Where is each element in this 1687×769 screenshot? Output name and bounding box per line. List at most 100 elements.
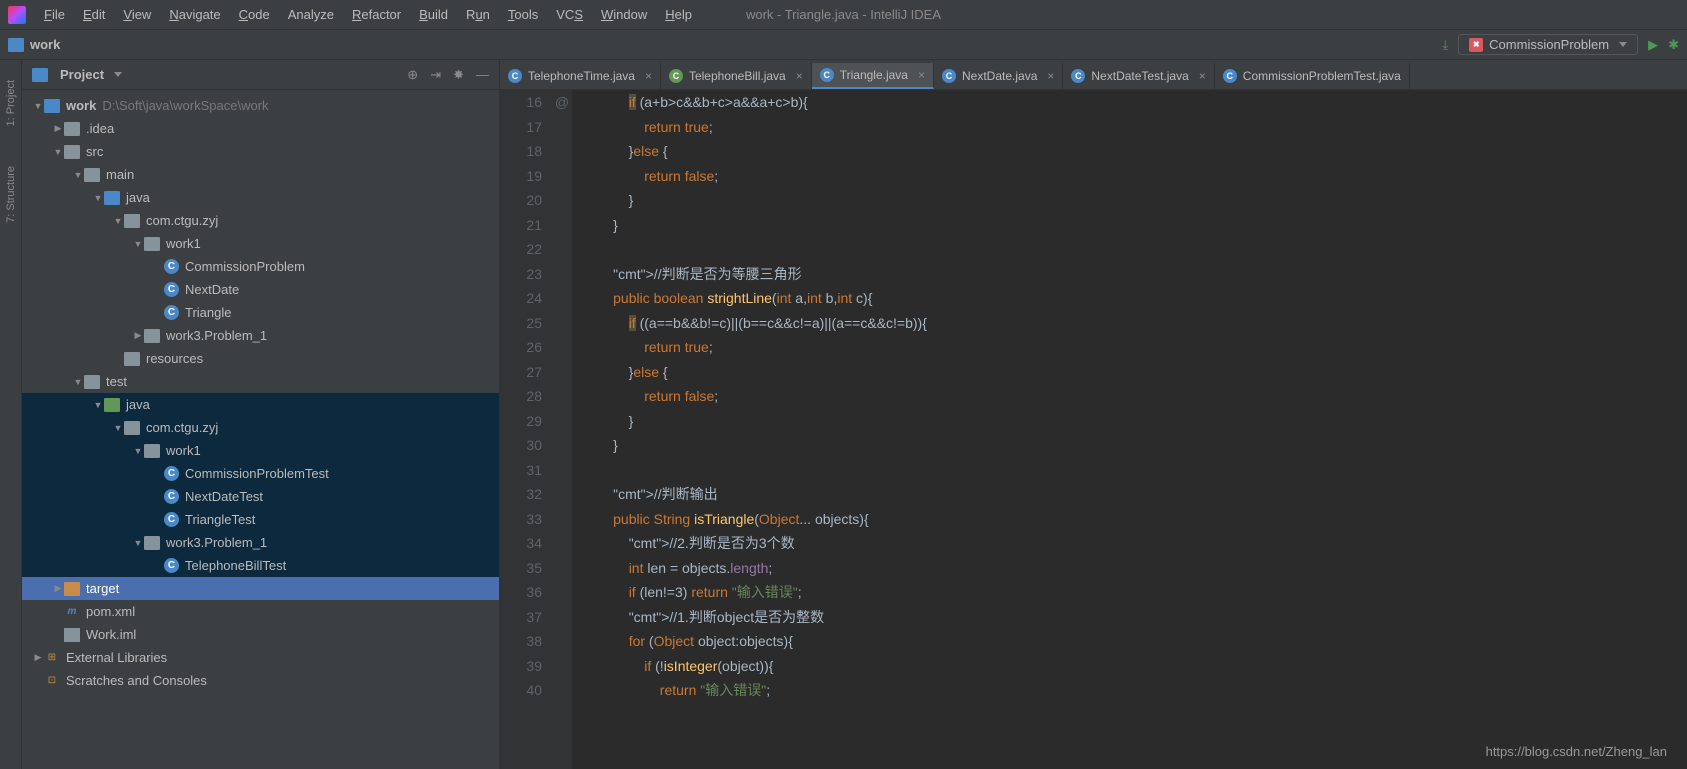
tree-triangle-test[interactable]: CTriangleTest <box>22 508 499 531</box>
close-icon[interactable]: × <box>918 68 925 82</box>
close-icon[interactable]: × <box>645 69 652 83</box>
debug-button[interactable]: ✱ <box>1668 37 1679 53</box>
folder-icon <box>64 145 80 159</box>
chevron-down-icon <box>1619 42 1627 47</box>
tree-test-java[interactable]: ▼java <box>22 393 499 416</box>
project-panel-title[interactable]: Project <box>32 67 122 82</box>
library-icon: ⊞ <box>44 651 60 665</box>
menu-navigate[interactable]: Navigate <box>161 3 228 26</box>
tree-root[interactable]: ▼workD:\Soft\java\workSpace\work <box>22 94 499 117</box>
menu-analyze[interactable]: Analyze <box>280 3 342 26</box>
tab-telephonebill[interactable]: CTelephoneBill.java× <box>661 63 812 89</box>
tree-main[interactable]: ▼main <box>22 163 499 186</box>
tree-commission-problem[interactable]: CCommissionProblem <box>22 255 499 278</box>
folder-icon <box>44 99 60 113</box>
settings-icon[interactable]: ✸ <box>453 67 464 83</box>
tab-telephonetime[interactable]: CTelephoneTime.java× <box>500 63 661 89</box>
maven-icon: m <box>64 605 80 619</box>
tree-src[interactable]: ▼src <box>22 140 499 163</box>
hide-icon[interactable]: — <box>476 67 489 83</box>
watermark: https://blog.csdn.net/Zheng_lan <box>1486 744 1667 759</box>
tree-target[interactable]: ▶target <box>22 577 499 600</box>
folder-icon <box>84 375 100 389</box>
menu-help[interactable]: Help <box>657 3 700 26</box>
tree-work3[interactable]: ▶work3.Problem_1 <box>22 324 499 347</box>
run-config-icon: ✖ <box>1469 38 1483 52</box>
class-icon: C <box>164 259 179 274</box>
class-icon: C <box>164 305 179 320</box>
tab-nextdate[interactable]: CNextDate.java× <box>934 63 1063 89</box>
tree-scratches[interactable]: ⊡Scratches and Consoles <box>22 669 499 692</box>
menu-run[interactable]: Run <box>458 3 498 26</box>
run-config-selector[interactable]: ✖ CommissionProblem <box>1458 34 1638 55</box>
menu-edit[interactable]: Edit <box>75 3 113 26</box>
tree-resources[interactable]: resources <box>22 347 499 370</box>
tree-telephone-bill-test[interactable]: CTelephoneBillTest <box>22 554 499 577</box>
tree-package[interactable]: ▼com.ctgu.zyj <box>22 209 499 232</box>
tree-java[interactable]: ▼java <box>22 186 499 209</box>
marker-gutter: @ <box>552 90 572 769</box>
locate-icon[interactable]: ⊕ <box>407 67 418 83</box>
tree-test-work1[interactable]: ▼work1 <box>22 439 499 462</box>
tool-structure[interactable]: 7: Structure <box>5 166 17 223</box>
menu-file[interactable]: File <box>36 3 73 26</box>
close-icon[interactable]: × <box>1047 69 1054 83</box>
package-icon <box>144 237 160 251</box>
project-tool-window: Project ⊕ ⇥ ✸ — ▼workD:\Soft\java\workSp… <box>22 60 500 769</box>
resources-folder-icon <box>124 352 140 366</box>
file-icon <box>64 628 80 642</box>
tree-triangle[interactable]: CTriangle <box>22 301 499 324</box>
class-icon: C <box>164 512 179 527</box>
class-icon: C <box>1071 69 1085 83</box>
project-icon <box>32 68 48 82</box>
code-content[interactable]: if (a+b>c&&b+c>a&&a+c>b){ return true; }… <box>572 90 1687 769</box>
line-number-gutter: 1617181920212223242526272829303132333435… <box>500 90 552 769</box>
tab-nextdatetest[interactable]: CNextDateTest.java× <box>1063 63 1214 89</box>
class-icon: C <box>508 69 522 83</box>
class-icon: C <box>164 466 179 481</box>
left-tool-strip: 1: Project 7: Structure <box>0 60 22 769</box>
tree-external-libs[interactable]: ▶⊞External Libraries <box>22 646 499 669</box>
collapse-icon[interactable]: ⇥ <box>430 67 441 83</box>
tree-test-package[interactable]: ▼com.ctgu.zyj <box>22 416 499 439</box>
tree-nextdate[interactable]: CNextDate <box>22 278 499 301</box>
editor-tabs: CTelephoneTime.java× CTelephoneBill.java… <box>500 60 1687 90</box>
tree-idea[interactable]: ▶.idea <box>22 117 499 140</box>
close-icon[interactable]: × <box>796 69 803 83</box>
tree-work1[interactable]: ▼work1 <box>22 232 499 255</box>
code-editor[interactable]: 1617181920212223242526272829303132333435… <box>500 90 1687 769</box>
menu-refactor[interactable]: Refactor <box>344 3 409 26</box>
class-icon: C <box>164 282 179 297</box>
tab-commissionproblemtest[interactable]: CCommissionProblemTest.java <box>1215 63 1410 89</box>
app-icon <box>8 6 26 24</box>
menu-vcs[interactable]: VCS <box>548 3 591 26</box>
navigation-bar: work ⤓ ✖ CommissionProblem ▶ ✱ <box>0 30 1687 60</box>
tab-triangle[interactable]: CTriangle.java× <box>812 63 934 89</box>
excluded-folder-icon <box>64 582 80 596</box>
menu-tools[interactable]: Tools <box>500 3 546 26</box>
tree-test[interactable]: ▼test <box>22 370 499 393</box>
menu-window[interactable]: Window <box>593 3 655 26</box>
project-tree[interactable]: ▼workD:\Soft\java\workSpace\work ▶.idea … <box>22 90 499 769</box>
menu-view[interactable]: View <box>115 3 159 26</box>
class-icon: C <box>164 558 179 573</box>
scratch-icon: ⊡ <box>44 674 60 688</box>
breadcrumb-root[interactable]: work <box>30 37 60 52</box>
package-icon <box>144 536 160 550</box>
test-folder-icon <box>104 398 120 412</box>
class-icon: C <box>820 68 834 82</box>
class-icon: C <box>164 489 179 504</box>
build-icon[interactable]: ⤓ <box>1442 37 1448 53</box>
tree-pom[interactable]: mpom.xml <box>22 600 499 623</box>
tool-project[interactable]: 1: Project <box>5 80 17 126</box>
run-button[interactable]: ▶ <box>1648 37 1658 53</box>
tree-commission-test[interactable]: CCommissionProblemTest <box>22 462 499 485</box>
tree-test-work3[interactable]: ▼work3.Problem_1 <box>22 531 499 554</box>
tree-nextdate-test[interactable]: CNextDateTest <box>22 485 499 508</box>
close-icon[interactable]: × <box>1199 69 1206 83</box>
menu-code[interactable]: Code <box>231 3 278 26</box>
menu-build[interactable]: Build <box>411 3 456 26</box>
tree-iml[interactable]: Work.iml <box>22 623 499 646</box>
folder-icon <box>84 168 100 182</box>
package-icon <box>144 329 160 343</box>
